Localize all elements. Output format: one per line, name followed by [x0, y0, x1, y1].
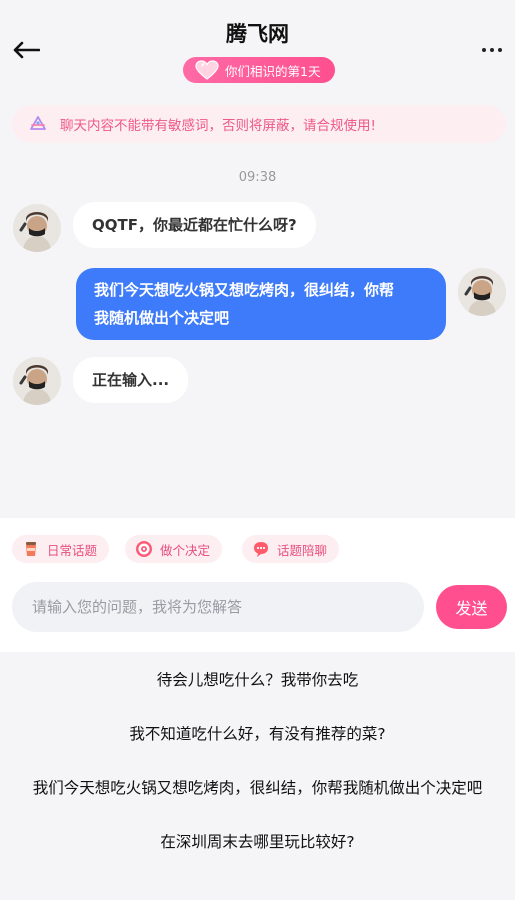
avatar[interactable]: [13, 204, 61, 252]
send-button[interactable]: 发送: [436, 585, 507, 629]
coffee-cup-icon: [26, 542, 36, 556]
days-badge: 你们相识的第1天: [183, 57, 335, 83]
message-text: QQTF，你最近都在忙什么呀?: [92, 216, 297, 234]
composer-panel: 日常话题 做个决定 话题陪聊 发送: [0, 518, 515, 652]
topic-chip-daily[interactable]: 日常话题: [12, 535, 110, 563]
target-icon: [136, 541, 152, 557]
topic-chip-label: 做个决定: [160, 542, 211, 558]
suggestion-item[interactable]: 待会儿想吃什么？我带你去吃: [0, 652, 515, 706]
avatar[interactable]: [13, 357, 61, 405]
message-text: 正在输入...: [92, 371, 170, 389]
avatar[interactable]: [458, 268, 506, 316]
message-bubble-incoming[interactable]: QQTF，你最近都在忙什么呀?: [73, 202, 316, 248]
suggestion-item[interactable]: 我们今天想吃火锅又想吃烤肉，很纠结，你帮我随机做出个决定吧: [0, 760, 515, 814]
more-dots-icon[interactable]: [477, 38, 507, 62]
suggestion-item[interactable]: 在深圳周末去哪里玩比较好?: [0, 814, 515, 868]
typing-indicator-bubble: 正在输入...: [73, 357, 189, 403]
page-title: 腾飞网: [226, 22, 289, 46]
header: 腾飞网 你们相识的第1天: [0, 0, 515, 92]
topic-chip-label: 话题陪聊: [277, 542, 328, 558]
notice-text: 聊天内容不能带有敏感词，否则将屏蔽，请合规使用!: [60, 118, 376, 134]
message-bubble-outgoing[interactable]: 我们今天想吃火锅又想吃烤肉，很纠结，你帮 我随机做出个决定吧: [76, 268, 446, 340]
chat-screen: 腾飞网 你们相识的第1天 聊天内容不能带有敏感词，否则将屏蔽，请合规使用! 09…: [0, 0, 515, 900]
topic-chip-decision[interactable]: 做个决定: [125, 535, 223, 563]
notice-banner: 聊天内容不能带有敏感词，否则将屏蔽，请合规使用!: [12, 105, 506, 143]
heart-icon: [195, 60, 219, 80]
sparkle-icon: [30, 116, 46, 130]
suggestion-list: 待会儿想吃什么？我带你去吃 我不知道吃什么好，有没有推荐的菜? 我们今天想吃火锅…: [0, 652, 515, 868]
message-text-line: 我们今天想吃火锅又想吃烤肉，很纠结，你帮: [94, 281, 395, 299]
message-text-line: 我随机做出个决定吧: [94, 309, 230, 327]
topic-chip-label: 日常话题: [47, 542, 98, 558]
message-timestamp: 09:38: [238, 170, 277, 185]
suggestion-item[interactable]: 我不知道吃什么好，有没有推荐的菜?: [0, 706, 515, 760]
question-input[interactable]: [12, 582, 424, 632]
topic-chip-chat[interactable]: 话题陪聊: [242, 535, 340, 563]
chat-bubble-icon: [254, 542, 268, 557]
days-badge-label: 你们相识的第1天: [225, 63, 321, 79]
